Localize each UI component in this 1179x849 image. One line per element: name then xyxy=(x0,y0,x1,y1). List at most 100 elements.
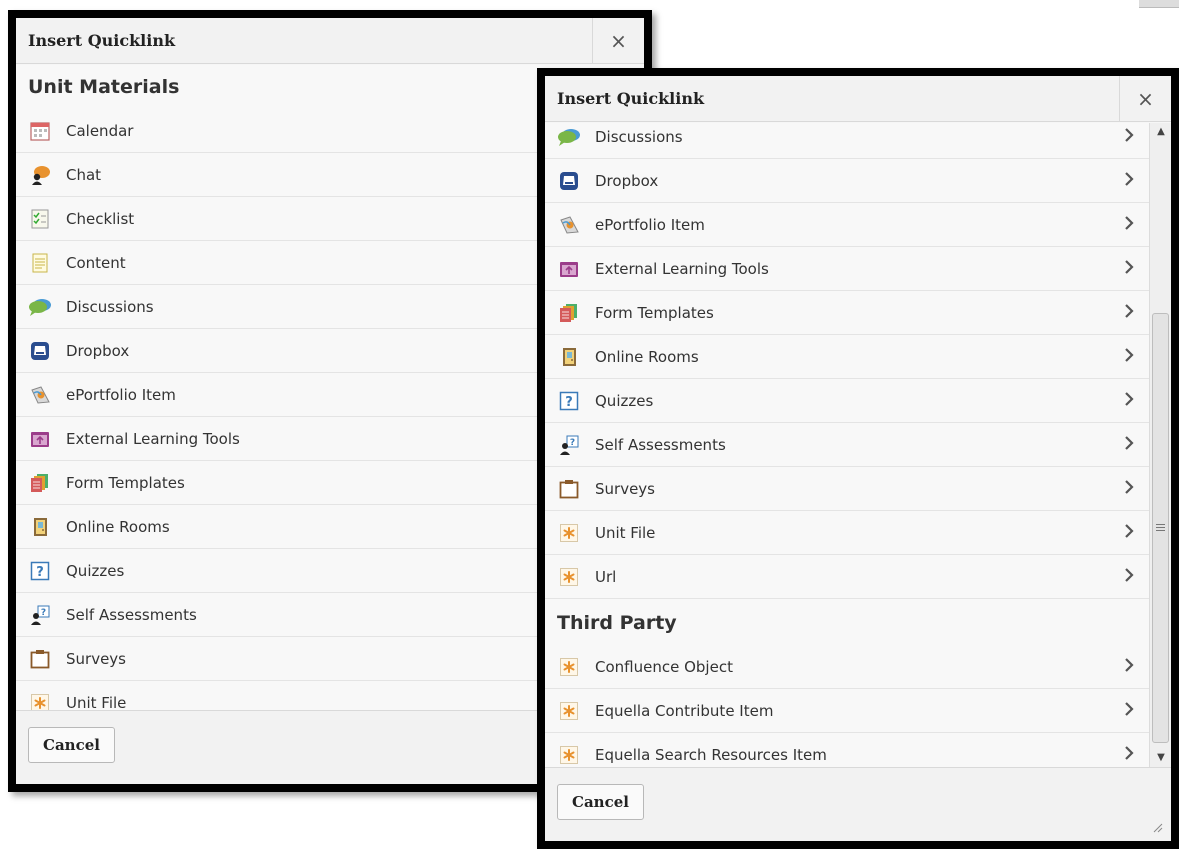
content-icon xyxy=(28,251,52,275)
url-icon xyxy=(557,565,581,589)
list-item-online-rooms[interactable]: Online Rooms xyxy=(545,335,1149,379)
list-item-label: Online Rooms xyxy=(66,517,170,536)
dropbox-icon xyxy=(557,169,581,193)
surveys-icon xyxy=(557,477,581,501)
list-item-form-templates[interactable]: Form Templates xyxy=(545,291,1149,335)
chevron-right-icon xyxy=(1119,171,1139,191)
resize-grip-icon[interactable] xyxy=(1151,821,1163,833)
insert-quicklink-dialog-right: Insert Quicklink × Discussions Dropbox ePo… xyxy=(537,68,1179,849)
list-item-label: Surveys xyxy=(66,649,126,668)
list-item-equella-contribute-item[interactable]: Equella Contribute Item xyxy=(545,689,1149,733)
close-button[interactable]: × xyxy=(592,18,644,64)
list-item-label: Calendar xyxy=(66,121,134,140)
svg-text:?: ? xyxy=(41,608,46,618)
chevron-right-icon xyxy=(1119,567,1139,587)
surveys-icon xyxy=(28,647,52,671)
grip-icon xyxy=(1156,524,1165,531)
svg-text:?: ? xyxy=(565,395,573,410)
chevron-right-icon xyxy=(1119,303,1139,323)
list-item-label: Surveys xyxy=(595,479,655,498)
self-assessment-icon: ? xyxy=(28,603,52,627)
dialog-header: Insert Quicklink × xyxy=(16,18,644,64)
chevron-right-icon xyxy=(1119,127,1139,147)
quizzes-icon: ? xyxy=(557,389,581,413)
chevron-right-icon xyxy=(1119,701,1139,721)
discussions-icon xyxy=(557,125,581,149)
close-icon: × xyxy=(1137,87,1154,111)
form-templates-icon xyxy=(557,301,581,325)
list-item-unit-file[interactable]: Unit File xyxy=(545,511,1149,555)
list-item-label: Url xyxy=(595,567,617,586)
chevron-right-icon xyxy=(1119,657,1139,677)
list-item-confluence-object[interactable]: Confluence Object xyxy=(545,645,1149,689)
file-icon xyxy=(557,743,581,767)
vertical-scrollbar[interactable]: ▲ ▼ xyxy=(1149,123,1171,767)
list-item-label: External Learning Tools xyxy=(595,259,769,278)
chevron-right-icon xyxy=(1119,435,1139,455)
list-item-label: Checklist xyxy=(66,209,135,228)
dialog-title: Insert Quicklink xyxy=(28,31,176,50)
file-icon xyxy=(28,691,52,710)
quicklink-list: Discussions Dropbox ePortfolio Item Externa… xyxy=(545,123,1149,599)
list-item-label: ePortfolio Item xyxy=(595,215,705,234)
quizzes-icon: ? xyxy=(28,559,52,583)
list-item-equella-search-resources-item[interactable]: Equella Search Resources Item xyxy=(545,733,1149,767)
online-rooms-icon xyxy=(557,345,581,369)
list-item-surveys[interactable]: Surveys xyxy=(545,467,1149,511)
checklist-icon xyxy=(28,207,52,231)
cancel-button[interactable]: Cancel xyxy=(557,784,644,820)
chevron-right-icon xyxy=(1119,479,1139,499)
list-item-self-assessments[interactable]: ? Self Assessments xyxy=(545,423,1149,467)
list-item-label: Discussions xyxy=(66,297,154,316)
close-icon: × xyxy=(610,29,627,53)
self-assessment-icon: ? xyxy=(557,433,581,457)
list-item-label: Quizzes xyxy=(66,561,125,580)
dialog-title: Insert Quicklink xyxy=(557,89,705,108)
list-item-label: Equella Contribute Item xyxy=(595,701,774,720)
list-item-external-learning-tools[interactable]: External Learning Tools xyxy=(545,247,1149,291)
list-item-quizzes[interactable]: ? Quizzes xyxy=(545,379,1149,423)
list-item-label: Unit File xyxy=(66,693,127,711)
cancel-button[interactable]: Cancel xyxy=(28,727,115,763)
close-button[interactable]: × xyxy=(1119,76,1171,122)
chevron-right-icon xyxy=(1119,391,1139,411)
list-item-dropbox[interactable]: Dropbox xyxy=(545,159,1149,203)
dialog-header: Insert Quicklink × xyxy=(545,76,1171,122)
scroll-thumb[interactable] xyxy=(1152,313,1169,743)
svg-text:?: ? xyxy=(36,565,44,580)
list-item-label: Chat xyxy=(66,165,102,184)
list-item-label: Dropbox xyxy=(66,341,130,360)
section-title-third-party: Third Party xyxy=(557,612,677,634)
list-item-label: External Learning Tools xyxy=(66,429,240,448)
list-item-label: Content xyxy=(66,253,126,272)
file-icon xyxy=(557,521,581,545)
list-item-url[interactable]: Url xyxy=(545,555,1149,599)
list-item-label: Form Templates xyxy=(595,303,714,322)
dialog-body: Discussions Dropbox ePortfolio Item Externa… xyxy=(545,123,1149,767)
chevron-right-icon xyxy=(1119,259,1139,279)
svg-text:?: ? xyxy=(570,438,575,448)
online-rooms-icon xyxy=(28,515,52,539)
eportfolio-icon xyxy=(557,213,581,237)
third-party-list: Confluence Object Equella Contribute Item… xyxy=(545,645,1149,767)
eportfolio-icon xyxy=(28,383,52,407)
discussions-icon xyxy=(28,295,52,319)
chevron-right-icon xyxy=(1119,523,1139,543)
list-item-label: Equella Search Resources Item xyxy=(595,745,827,764)
chevron-right-icon xyxy=(1119,745,1139,765)
file-icon xyxy=(557,699,581,723)
scroll-down-arrow-icon[interactable]: ▼ xyxy=(1150,749,1171,767)
external-tools-icon xyxy=(557,257,581,281)
list-item-label: Self Assessments xyxy=(66,605,197,624)
list-item-eportfolio-item[interactable]: ePortfolio Item xyxy=(545,203,1149,247)
list-item-label: Dropbox xyxy=(595,171,659,190)
list-item-discussions[interactable]: Discussions xyxy=(545,123,1149,159)
list-item-label: Confluence Object xyxy=(595,657,733,676)
chevron-right-icon xyxy=(1119,215,1139,235)
list-item-label: Quizzes xyxy=(595,391,654,410)
form-templates-icon xyxy=(28,471,52,495)
scroll-up-arrow-icon[interactable]: ▲ xyxy=(1150,123,1171,141)
chat-icon xyxy=(28,163,52,187)
list-item-label: Online Rooms xyxy=(595,347,699,366)
dialog-footer: Cancel xyxy=(545,767,1171,841)
